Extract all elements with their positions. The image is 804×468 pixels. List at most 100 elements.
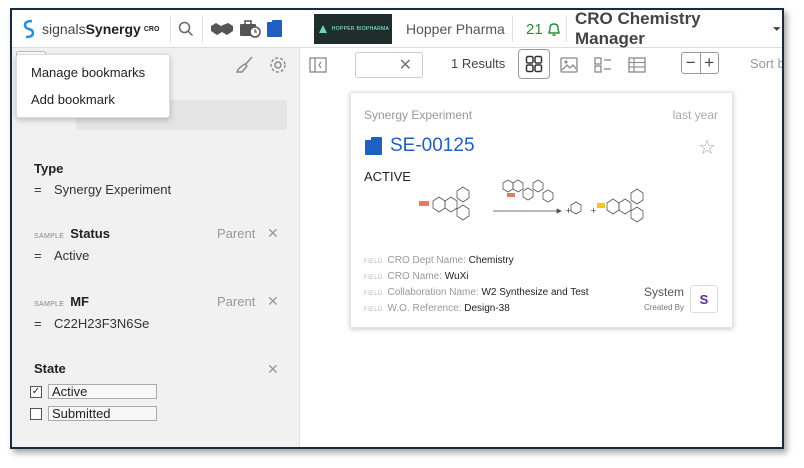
field-prefix: FIELD (364, 259, 383, 265)
field-row: FIELD CRO Name: WuXi (364, 269, 589, 285)
sort-by-dropdown[interactable]: Sort b (750, 56, 782, 71)
card-id-text: SE-00125 (390, 135, 475, 156)
filter-mf-value[interactable]: = C22H23F3N6Se (34, 316, 149, 331)
grid-view-button[interactable] (518, 49, 550, 79)
field-label: W.O. Reference: (387, 303, 462, 314)
image-view-icon[interactable] (558, 54, 580, 76)
role-label: CRO Chemistry Manager (575, 9, 701, 48)
grid-view-icon (525, 55, 543, 73)
results-toolbar: ✕ 1 Results − + Sort b (301, 48, 782, 80)
field-prefix: FIELD (364, 307, 383, 313)
field-label: CRO Dept Name: (387, 255, 466, 266)
org-logo-label: HOPPER BIOPHARMA (331, 26, 390, 32)
zoom-out-button[interactable]: − (682, 53, 701, 73)
state-active-label[interactable]: Active (48, 384, 157, 399)
table-view-icon[interactable] (626, 54, 648, 76)
parent-toggle[interactable]: Parent (217, 294, 255, 309)
filter-prefix: SAMPLE (34, 301, 65, 308)
operator-label: = (34, 248, 42, 263)
filter-value-text: Synergy Experiment (54, 182, 172, 197)
handshake-icon[interactable] (210, 10, 234, 48)
svg-text:+: + (565, 206, 572, 215)
chevron-down-icon (773, 27, 782, 31)
filter-prefix: SAMPLE (34, 233, 65, 240)
card-status: ACTIVE (364, 169, 411, 184)
filter-label-text: Status (70, 226, 110, 241)
zoom-control: − + (681, 52, 719, 74)
field-value: WuXi (444, 271, 469, 282)
logo-text-light: signals (42, 21, 86, 37)
filter-type-label: Type (34, 161, 64, 176)
signals-logo-icon[interactable] (22, 10, 36, 48)
svg-text:+: + (590, 206, 597, 215)
divider (202, 16, 203, 42)
bell-icon (547, 23, 560, 36)
card-fields: FIELD CRO Dept Name: Chemistry FIELD CRO N… (364, 253, 589, 317)
logo-text-bold: Synergy (85, 21, 141, 37)
top-bar: signals Synergy CRO HOPPER BIOPHARMA Hoppe… (12, 10, 782, 48)
reaction-scheme-image: + + (419, 179, 644, 223)
clear-search-icon[interactable]: ✕ (399, 55, 412, 75)
remove-filter-status-button[interactable]: ✕ (267, 225, 279, 242)
field-row: FIELD CRO Dept Name: Chemistry (364, 253, 589, 269)
search-icon[interactable] (178, 10, 194, 48)
card-entity-type: Synergy Experiment (364, 108, 473, 122)
divider (512, 16, 513, 42)
clear-filters-broom-icon[interactable] (234, 54, 256, 76)
field-row: FIELD Collaboration Name: W2 Synthesize a… (364, 285, 589, 301)
briefcase-clock-icon[interactable] (239, 10, 261, 48)
zoom-in-button[interactable]: + (701, 53, 719, 73)
result-card[interactable]: Synergy Experiment last year SE-00125 ☆ … (350, 92, 733, 328)
menu-item-manage-bookmarks[interactable]: Manage bookmarks (31, 65, 145, 80)
field-prefix: FIELD (364, 275, 383, 281)
results-count: 1 Results (451, 56, 506, 71)
card-id-link[interactable]: SE-00125 (364, 135, 475, 157)
collapse-panel-icon[interactable] (307, 54, 329, 76)
notifications-button[interactable]: 21 (526, 10, 562, 48)
role-selector[interactable]: CRO Chemistry Manager (575, 10, 782, 48)
list-card-view-icon[interactable] (592, 54, 614, 76)
org-logo: HOPPER BIOPHARMA (314, 14, 392, 44)
favorite-star-icon[interactable]: ☆ (698, 135, 716, 160)
menu-item-add-bookmark[interactable]: Add bookmark (31, 92, 115, 107)
field-value: Chemistry (468, 255, 514, 266)
operator-label: = (34, 316, 42, 331)
filter-value-text: C22H23F3N6Se (54, 316, 150, 331)
filter-status-value[interactable]: = Active (34, 248, 89, 263)
app-logo-text[interactable]: signals Synergy CRO (42, 10, 159, 48)
creator-avatar[interactable]: S (690, 285, 718, 313)
remove-filter-mf-button[interactable]: ✕ (267, 293, 279, 310)
experiment-clipboard-icon (364, 136, 384, 156)
app-window: signals Synergy CRO HOPPER BIOPHARMA Hoppe… (10, 8, 784, 449)
state-active-checkbox[interactable]: ✓ (30, 386, 42, 398)
gear-icon[interactable] (267, 54, 289, 76)
operator-label: = (34, 182, 42, 197)
state-submitted-checkbox[interactable] (30, 408, 42, 420)
created-by-label: Created By (643, 303, 684, 312)
notification-count: 21 (526, 20, 543, 38)
filter-type-value[interactable]: = Synergy Experiment (34, 182, 171, 197)
filter-state-label: State (34, 361, 66, 376)
results-search-input[interactable]: ✕ (355, 52, 423, 78)
field-label: Collaboration Name: (387, 287, 479, 298)
field-value: W2 Synthesize and Test (481, 287, 589, 298)
creator-name: System (643, 285, 684, 299)
field-value: Design-38 (464, 303, 510, 314)
filter-mf-label: SAMPLE MF (34, 294, 89, 309)
clipboard-icon[interactable] (266, 10, 284, 48)
card-timestamp: last year (672, 108, 718, 122)
field-label: CRO Name: (387, 271, 442, 282)
filter-status-label: SAMPLE Status (34, 226, 110, 241)
bookmarks-menu: Manage bookmarks Add bookmark (16, 54, 170, 118)
divider (566, 16, 567, 42)
logo-suffix: CRO (143, 25, 160, 33)
org-name[interactable]: Hopper Pharma (406, 10, 505, 48)
filter-value-text: Active (54, 248, 90, 263)
remove-filter-state-button[interactable]: ✕ (267, 361, 279, 378)
parent-toggle[interactable]: Parent (217, 226, 255, 241)
hopper-logo-icon (318, 25, 327, 33)
filter-label-text: MF (70, 294, 89, 309)
state-submitted-label[interactable]: Submitted (48, 406, 157, 421)
field-row: FIELD W.O. Reference: Design-38 (364, 301, 589, 317)
divider (170, 16, 171, 42)
